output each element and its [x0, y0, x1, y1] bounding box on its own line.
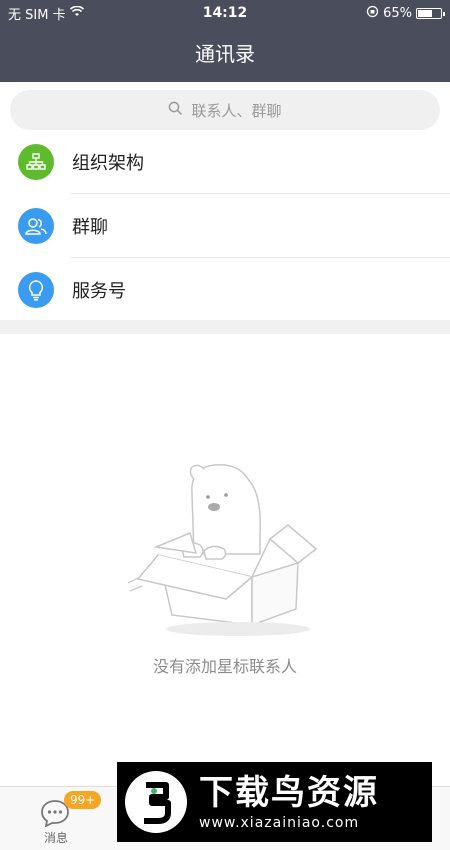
watermark-title: 下载鸟资源 — [199, 773, 379, 813]
section-gap — [0, 320, 450, 334]
watermark-text: 下载鸟资源 www.xiazainiao.com — [199, 773, 379, 831]
status-bar: 无 SIM 卡 14:12 65% — [0, 0, 450, 26]
bird-logo-icon — [125, 771, 187, 833]
search-input[interactable]: 联系人、群聊 — [10, 90, 440, 130]
empty-state-text: 没有添加星标联系人 — [152, 657, 297, 676]
menu-item-service[interactable]: 服务号 — [0, 258, 450, 322]
search-area: 联系人、群聊 — [0, 82, 450, 137]
menu-label: 组织架构 — [72, 153, 144, 174]
menu-label: 群聊 — [72, 217, 108, 238]
menu-item-org[interactable]: 组织架构 — [0, 130, 450, 194]
contact-menu: 组织架构 群聊 服务号 — [0, 130, 450, 322]
search-placeholder: 联系人、群聊 — [191, 101, 282, 120]
battery-icon — [416, 7, 445, 19]
watermark: 下载鸟资源 www.xiazainiao.com — [117, 762, 432, 842]
menu-label: 服务号 — [72, 281, 126, 302]
header: 无 SIM 卡 14:12 65% 通讯录 — [0, 0, 450, 82]
org-chart-icon — [18, 144, 54, 180]
status-time: 14:12 — [202, 5, 248, 21]
group-chat-icon — [18, 208, 54, 244]
page-title: 通讯录 — [195, 42, 255, 66]
tab-messages[interactable]: 99+ 消息 — [0, 787, 112, 850]
watermark-url: www.xiazainiao.com — [199, 815, 360, 831]
search-icon — [168, 101, 183, 120]
bear-in-box-illustration — [127, 464, 318, 636]
empty-state: 没有添加星标联系人 — [0, 334, 450, 786]
menu-item-group-chat[interactable]: 群聊 — [0, 194, 450, 258]
bulb-icon — [18, 272, 54, 308]
tab-messages-label: 消息 — [43, 831, 68, 845]
unread-badge: 99+ — [64, 791, 102, 809]
